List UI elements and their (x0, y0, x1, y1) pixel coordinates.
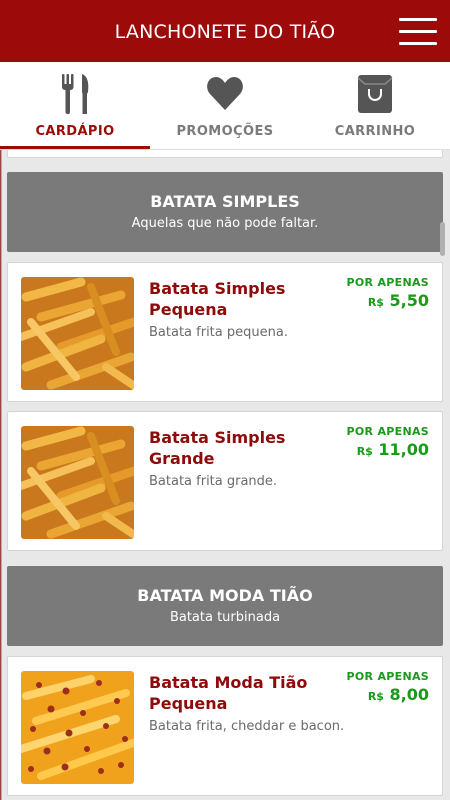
section-subtitle: Aquelas que não pode faltar. (131, 216, 319, 231)
previous-card-fragment (7, 150, 443, 158)
menu-item-card[interactable]: Batata Simples Grande Batata frita grand… (7, 411, 443, 551)
fork-knife-icon (62, 74, 89, 114)
hamburger-icon[interactable] (399, 18, 437, 46)
tab-label-carrinho: CARRINHO (334, 124, 416, 139)
price-value: 5,50 (389, 291, 429, 310)
price-label: POR APENAS (346, 276, 429, 289)
item-description: Batata frita grande. (149, 474, 278, 489)
menu-item-card[interactable]: Batata Moda Tião Pequena Batata frita, c… (7, 656, 443, 796)
scrollbar-thumb[interactable] (440, 222, 445, 256)
item-name: Batata Moda Tião Pequena (149, 673, 308, 713)
cheddar-bacon-fries-image (21, 671, 134, 784)
item-price: R$ 5,50 (368, 291, 429, 310)
active-tab-indicator (0, 146, 150, 149)
tab-bar: CARDÁPIO PROMOÇÕES CARRINHO (0, 62, 450, 150)
tab-label-promocoes: PROMOÇÕES (176, 124, 274, 139)
currency-symbol: R$ (367, 690, 384, 703)
tab-cardapio[interactable]: CARDÁPIO (0, 62, 150, 150)
item-description: Batata frita pequena. (149, 325, 288, 340)
item-price: R$ 8,00 (368, 685, 429, 704)
section-header: BATATA SIMPLES Aquelas que não pode falt… (7, 172, 443, 252)
tab-label-cardapio: CARDÁPIO (35, 124, 115, 139)
item-description: Batata frita, cheddar e bacon. (149, 719, 345, 734)
currency-symbol: R$ (367, 296, 384, 309)
app-header: LANCHONETE DO TIÃO (0, 0, 450, 62)
section-title: BATATA MODA TIÃO (137, 586, 313, 605)
tab-promocoes[interactable]: PROMOÇÕES (150, 62, 300, 150)
shopping-bag-icon (357, 75, 393, 113)
price-value: 8,00 (389, 685, 429, 704)
item-price: R$ 11,00 (357, 440, 429, 459)
item-name: Batata Simples Grande (149, 428, 286, 468)
fries-image (21, 277, 134, 390)
side-shadow (0, 62, 2, 800)
price-label: POR APENAS (346, 425, 429, 438)
tab-carrinho[interactable]: CARRINHO (300, 62, 450, 150)
heart-icon (207, 77, 243, 110)
section-subtitle: Batata turbinada (169, 610, 281, 625)
price-label: POR APENAS (346, 670, 429, 683)
currency-symbol: R$ (356, 445, 373, 458)
section-title: BATATA SIMPLES (150, 192, 300, 211)
section-header: BATATA MODA TIÃO Batata turbinada (7, 566, 443, 646)
app-root: LANCHONETE DO TIÃO CARDÁPIO PROMOÇÕES CA… (0, 0, 450, 800)
app-title: LANCHONETE DO TIÃO (114, 21, 336, 43)
item-name: Batata Simples Pequena (149, 279, 286, 319)
menu-item-card[interactable]: Batata Simples Pequena Batata frita pequ… (7, 262, 443, 402)
fries-image (21, 426, 134, 539)
price-value: 11,00 (378, 440, 429, 459)
